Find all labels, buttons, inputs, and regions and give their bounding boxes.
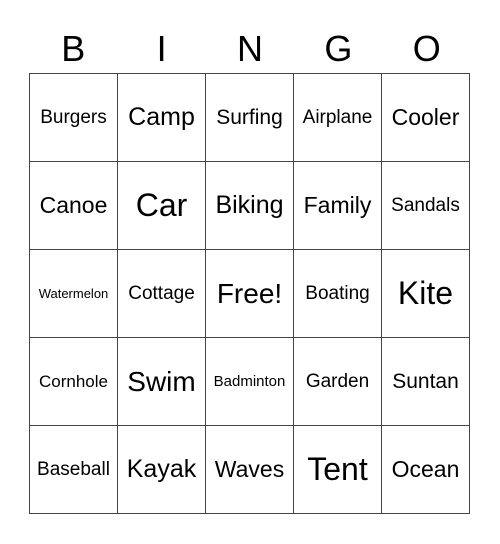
- bingo-cell[interactable]: Biking: [205, 161, 294, 250]
- header-letter-o: O: [412, 28, 441, 69]
- bingo-row: Burgers Camp Surfing Airplane Cooler: [29, 73, 470, 162]
- bingo-row: Baseball Kayak Waves Tent Ocean: [29, 425, 470, 514]
- bingo-cell[interactable]: Kite: [381, 249, 470, 338]
- bingo-row: Cornhole Swim Badminton Garden Suntan: [29, 337, 470, 426]
- bingo-cell[interactable]: Suntan: [381, 337, 470, 426]
- bingo-cell[interactable]: Cornhole: [29, 337, 118, 426]
- header-letter-g: G: [324, 28, 353, 69]
- bingo-cell[interactable]: Watermelon: [29, 249, 118, 338]
- bingo-cell[interactable]: Cooler: [381, 73, 470, 162]
- bingo-row: Watermelon Cottage Free! Boating Kite: [29, 249, 470, 338]
- bingo-cell[interactable]: Waves: [205, 425, 294, 514]
- header-letter-n: N: [236, 28, 263, 69]
- bingo-header: B I N G O: [29, 26, 471, 72]
- bingo-cell[interactable]: Camp: [117, 73, 206, 162]
- bingo-cell[interactable]: Garden: [293, 337, 382, 426]
- bingo-cell[interactable]: Canoe: [29, 161, 118, 250]
- bingo-cell[interactable]: Ocean: [381, 425, 470, 514]
- bingo-cell[interactable]: Sandals: [381, 161, 470, 250]
- bingo-cell[interactable]: Burgers: [29, 73, 118, 162]
- bingo-card: Burgers Camp Surfing Airplane Cooler Can…: [29, 73, 470, 514]
- header-letter-i: I: [156, 28, 167, 69]
- bingo-cell[interactable]: Cottage: [117, 249, 206, 338]
- bingo-cell[interactable]: Tent: [293, 425, 382, 514]
- bingo-cell[interactable]: Kayak: [117, 425, 206, 514]
- bingo-cell[interactable]: Boating: [293, 249, 382, 338]
- bingo-cell[interactable]: Car: [117, 161, 206, 250]
- bingo-cell[interactable]: Swim: [117, 337, 206, 426]
- bingo-cell[interactable]: Surfing: [205, 73, 294, 162]
- free-space-cell[interactable]: Free!: [205, 249, 294, 338]
- bingo-cell[interactable]: Family: [293, 161, 382, 250]
- bingo-row: Canoe Car Biking Family Sandals: [29, 161, 470, 250]
- header-letter-b: B: [61, 28, 86, 69]
- bingo-cell[interactable]: Airplane: [293, 73, 382, 162]
- bingo-cell[interactable]: Baseball: [29, 425, 118, 514]
- bingo-cell[interactable]: Badminton: [205, 337, 294, 426]
